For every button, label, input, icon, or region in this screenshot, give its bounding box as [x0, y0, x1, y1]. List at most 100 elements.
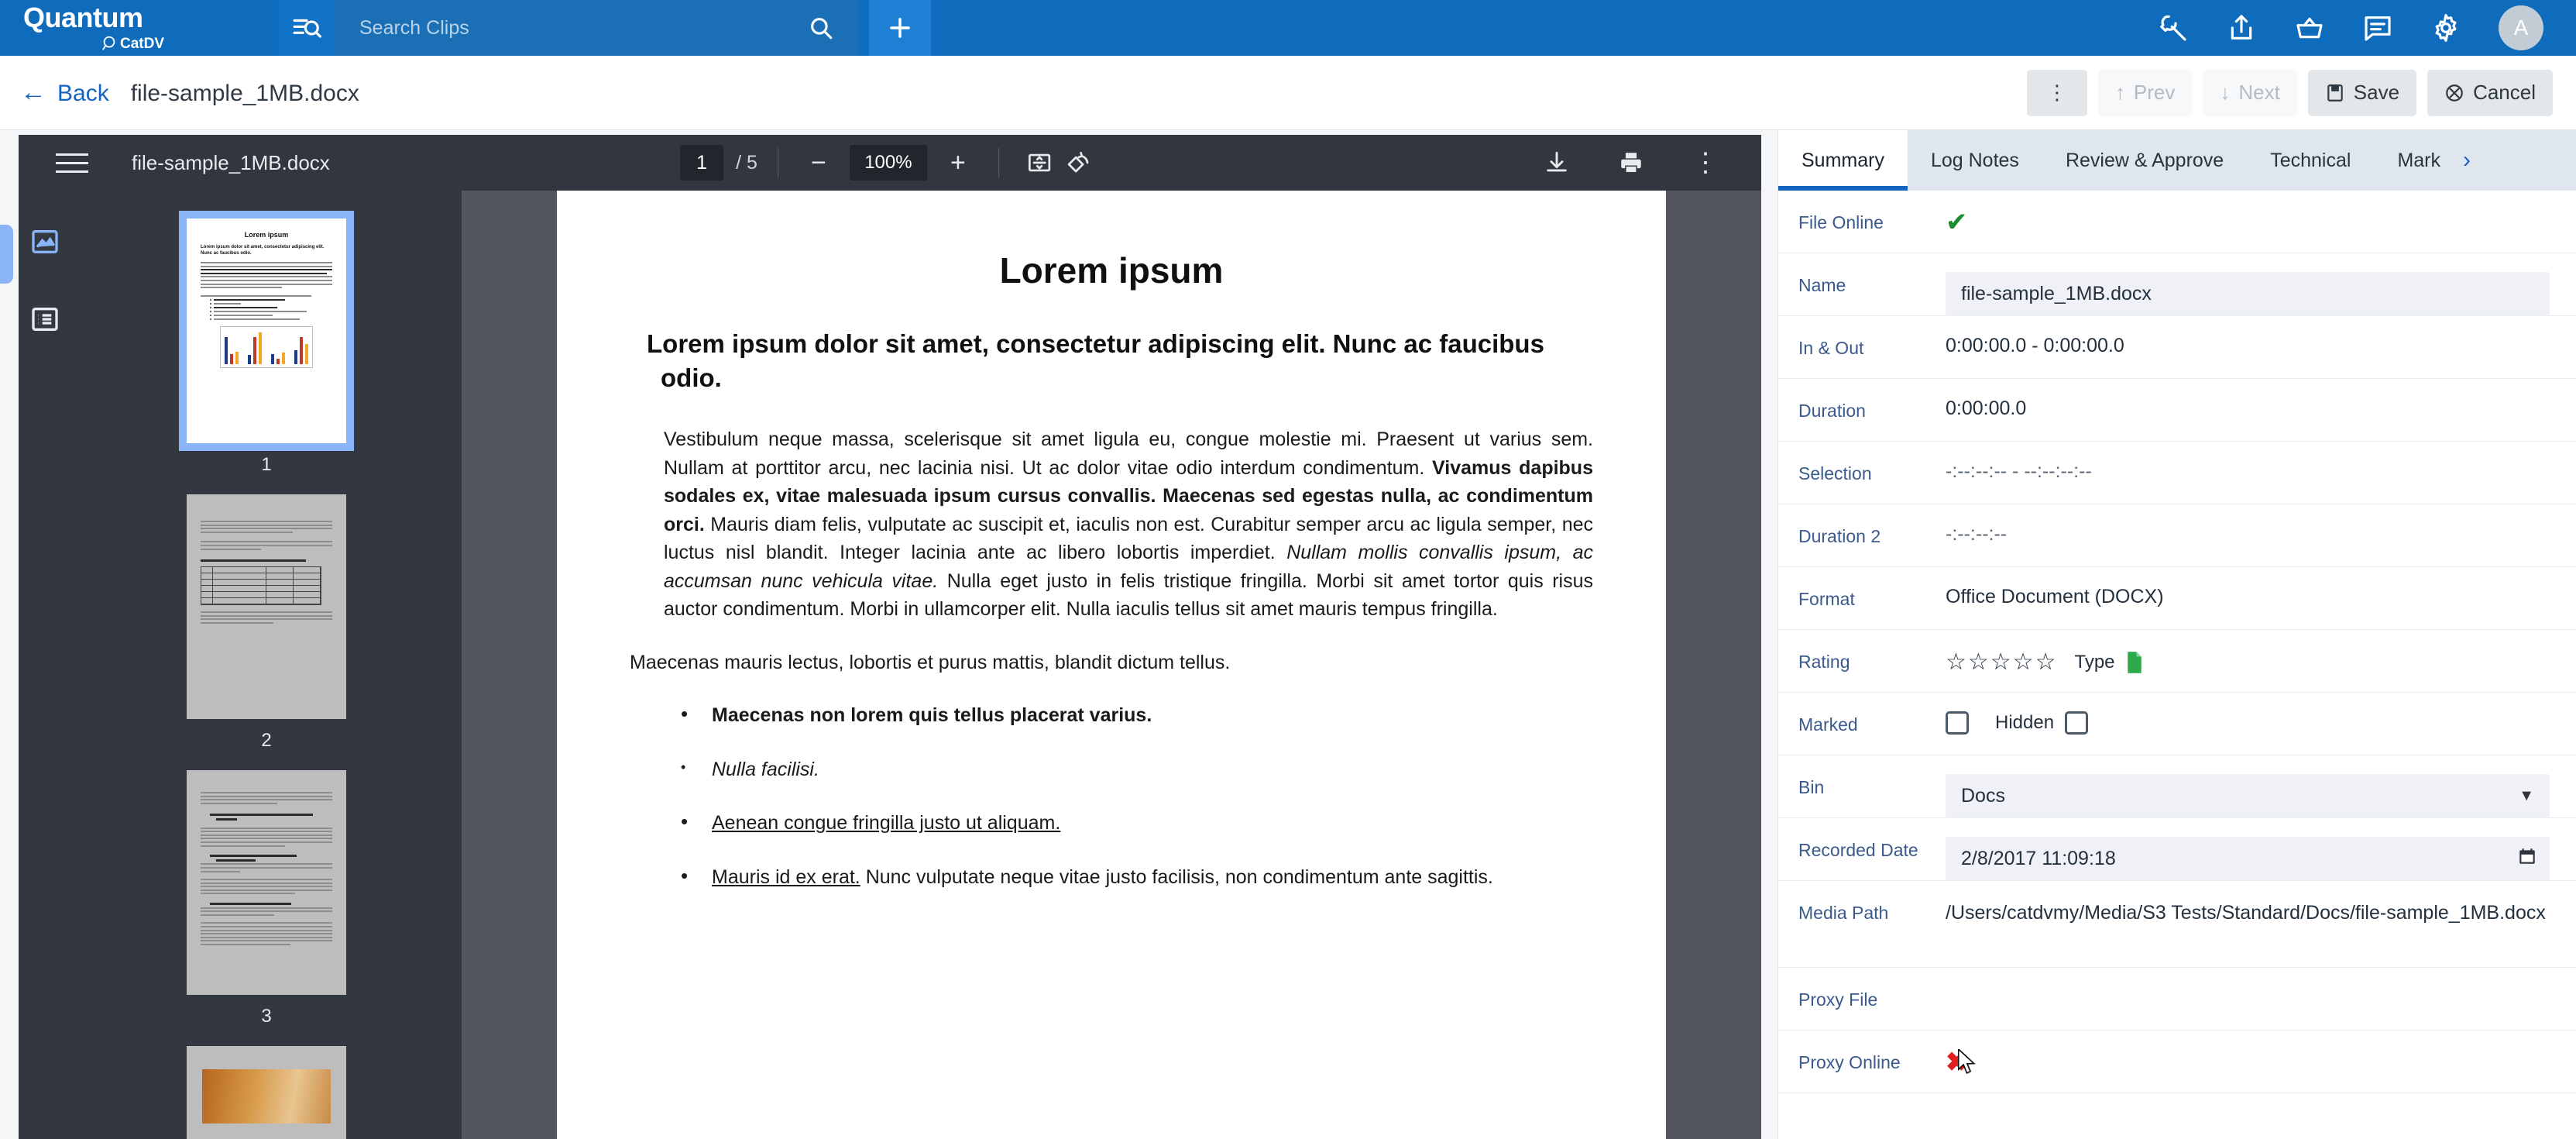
bin-select[interactable]: Docs ▼ — [1946, 774, 2550, 817]
viewer-region: file-sample_1MB.docx 1 / 5 − 100% + ⋮ Lo… — [0, 130, 1777, 1139]
page-title: file-sample_1MB.docx — [130, 80, 359, 106]
record-actions: ⋮ ↑ Prev ↓ Next Save Cancel — [2026, 69, 2576, 116]
calendar-icon[interactable] — [2517, 846, 2537, 872]
label-hidden: Hidden — [1995, 712, 2055, 733]
share-icon[interactable] — [2226, 12, 2257, 43]
catdv-mark-icon — [101, 36, 115, 50]
zoom-in-button[interactable]: + — [938, 143, 978, 183]
thumbnail-page-1[interactable]: Lorem ipsum Lorem ipsum dolor sit amet, … — [179, 211, 354, 451]
thumbnail-item[interactable]: Lorem ipsum Lorem ipsum dolor sit amet, … — [179, 211, 354, 476]
prev-button[interactable]: ↑ Prev — [2097, 69, 2193, 116]
basket-icon[interactable] — [2294, 12, 2325, 43]
document-bullet-4: Mauris id ex erat. Nunc vulputate neque … — [675, 862, 1593, 892]
row-in-out: In & Out 0:00:00.0 - 0:00:00.0 — [1778, 316, 2576, 379]
panel-collapse-handle[interactable] — [0, 225, 13, 284]
document-page: Lorem ipsum Lorem ipsum dolor sit amet, … — [557, 191, 1666, 1139]
viewer-toolbar-actions: ⋮ — [1537, 143, 1761, 183]
recorded-date-field[interactable]: 2/8/2017 11:09:18 — [1946, 837, 2550, 880]
value-media-path: /Users/catdvmy/Media/S3 Tests/Standard/D… — [1946, 902, 2546, 924]
next-button[interactable]: ↓ Next — [2203, 69, 2297, 116]
value-name: file-sample_1MB.docx — [1946, 253, 2550, 315]
thumbnail-item[interactable]: 2 — [187, 494, 346, 752]
arrow-down-icon: ↓ — [2220, 81, 2231, 104]
value-file-online: ✔ — [1946, 191, 2550, 236]
label-media-path: Media Path — [1798, 903, 1889, 923]
label-selection: Selection — [1798, 463, 1872, 483]
cancel-button[interactable]: Cancel — [2427, 69, 2553, 116]
thumbnail-page-4[interactable] — [187, 1046, 346, 1139]
page-total-label: / 5 — [736, 151, 757, 174]
tab-review-approve[interactable]: Review & Approve — [2042, 130, 2247, 191]
prev-label: Prev — [2133, 81, 2176, 104]
search-input[interactable] — [359, 16, 784, 40]
label-bin: Bin — [1798, 777, 1825, 797]
viewer-more-icon[interactable]: ⋮ — [1685, 143, 1726, 183]
tab-summary[interactable]: Summary — [1778, 130, 1908, 191]
tab-log-notes[interactable]: Log Notes — [1908, 130, 2042, 191]
page-canvas[interactable]: Lorem ipsum Lorem ipsum dolor sit amet, … — [462, 191, 1761, 1139]
rotate-icon[interactable] — [1060, 143, 1100, 183]
wrench-icon[interactable] — [2158, 12, 2189, 43]
viewer-sidebar-rail — [19, 191, 71, 1139]
record-header: ← Back file-sample_1MB.docx ⋮ ↑ Prev ↓ N… — [0, 56, 2576, 130]
chevron-right-icon[interactable]: › — [2447, 130, 2488, 191]
row-duration-2: Duration 2 -:--:--:-- — [1778, 504, 2576, 567]
cross-icon: ✖ — [1946, 1048, 1968, 1077]
thumbnail-view-icon[interactable] — [29, 226, 60, 257]
check-icon: ✔ — [1946, 208, 1968, 237]
value-recorded-date: 2/8/2017 11:09:18 — [1946, 818, 2550, 880]
brand-logo[interactable]: Quantum CatDV — [0, 0, 256, 56]
page-number-input[interactable]: 1 — [680, 145, 724, 181]
kebab-icon: ⋮ — [2046, 81, 2067, 104]
viewer-page-controls: 1 / 5 − 100% + — [680, 143, 1100, 183]
zoom-level-display[interactable]: 100% — [849, 145, 927, 181]
row-name: Name file-sample_1MB.docx — [1778, 253, 2576, 316]
back-button[interactable]: ← Back file-sample_1MB.docx — [0, 79, 359, 107]
thumbnail-page-3[interactable] — [187, 770, 346, 995]
thumbnail-page-2[interactable] — [187, 494, 346, 719]
comment-icon[interactable] — [2362, 12, 2393, 43]
row-media-path: Media Path /Users/catdvmy/Media/S3 Tests… — [1778, 881, 2576, 968]
value-marked: Hidden — [1946, 693, 2550, 735]
document-bullet-2: Nulla facilisi. — [675, 755, 1593, 784]
tab-technical[interactable]: Technical — [2247, 130, 2374, 191]
value-duration-2: -:--:--:-- — [1946, 523, 2008, 545]
thumbnail-list[interactable]: Lorem ipsum Lorem ipsum dolor sit amet, … — [71, 191, 462, 1139]
hidden-checkbox[interactable] — [2065, 711, 2089, 735]
marked-checkbox[interactable] — [1946, 711, 1969, 735]
print-icon[interactable] — [1611, 143, 1651, 183]
cancel-circle-icon — [2446, 84, 2463, 102]
label-in-out: In & Out — [1798, 338, 1864, 358]
thumbnail-label: 1 — [261, 454, 272, 475]
search-filter-icon[interactable] — [279, 0, 335, 56]
rating-stars[interactable]: ☆☆☆☆☆ — [1946, 649, 2057, 676]
outline-view-icon[interactable] — [29, 304, 60, 335]
toolbar-divider-2 — [998, 148, 999, 177]
metadata-tabs: Summary Log Notes Review & Approve Techn… — [1778, 130, 2576, 191]
thumbnail-item[interactable]: 3 — [187, 770, 346, 1027]
name-field[interactable]: file-sample_1MB.docx — [1946, 272, 2550, 315]
document-type-icon — [2124, 651, 2145, 674]
search-bar — [279, 0, 858, 56]
more-options-button[interactable]: ⋮ — [2026, 69, 2087, 116]
viewer-filename: file-sample_1MB.docx — [132, 150, 330, 174]
gear-icon[interactable] — [2430, 12, 2461, 43]
hamburger-icon[interactable] — [56, 145, 91, 181]
tab-mark[interactable]: Mark — [2374, 130, 2447, 191]
viewer-body: Lorem ipsum Lorem ipsum dolor sit amet, … — [19, 191, 1761, 1139]
fit-page-icon[interactable] — [1019, 143, 1060, 183]
document-paragraph-2: Maecenas mauris lectus, lobortis et puru… — [630, 651, 1231, 673]
save-button[interactable]: Save — [2307, 69, 2417, 116]
row-proxy-online: Proxy Online ✖ — [1778, 1031, 2576, 1093]
download-icon[interactable] — [1537, 143, 1577, 183]
search-input-container[interactable] — [335, 0, 784, 56]
avatar[interactable]: A — [2499, 5, 2543, 50]
zoom-out-button[interactable]: − — [799, 143, 839, 183]
app-header: Quantum CatDV Search Clips A — [0, 0, 2576, 56]
thumbnail-item[interactable]: 4 — [187, 1046, 346, 1139]
add-clip-button[interactable] — [869, 0, 931, 56]
search-icon[interactable] — [784, 0, 858, 56]
row-bin: Bin Docs ▼ — [1778, 755, 2576, 818]
value-rating: ☆☆☆☆☆ Type — [1946, 630, 2550, 676]
label-format: Format — [1798, 589, 1855, 609]
